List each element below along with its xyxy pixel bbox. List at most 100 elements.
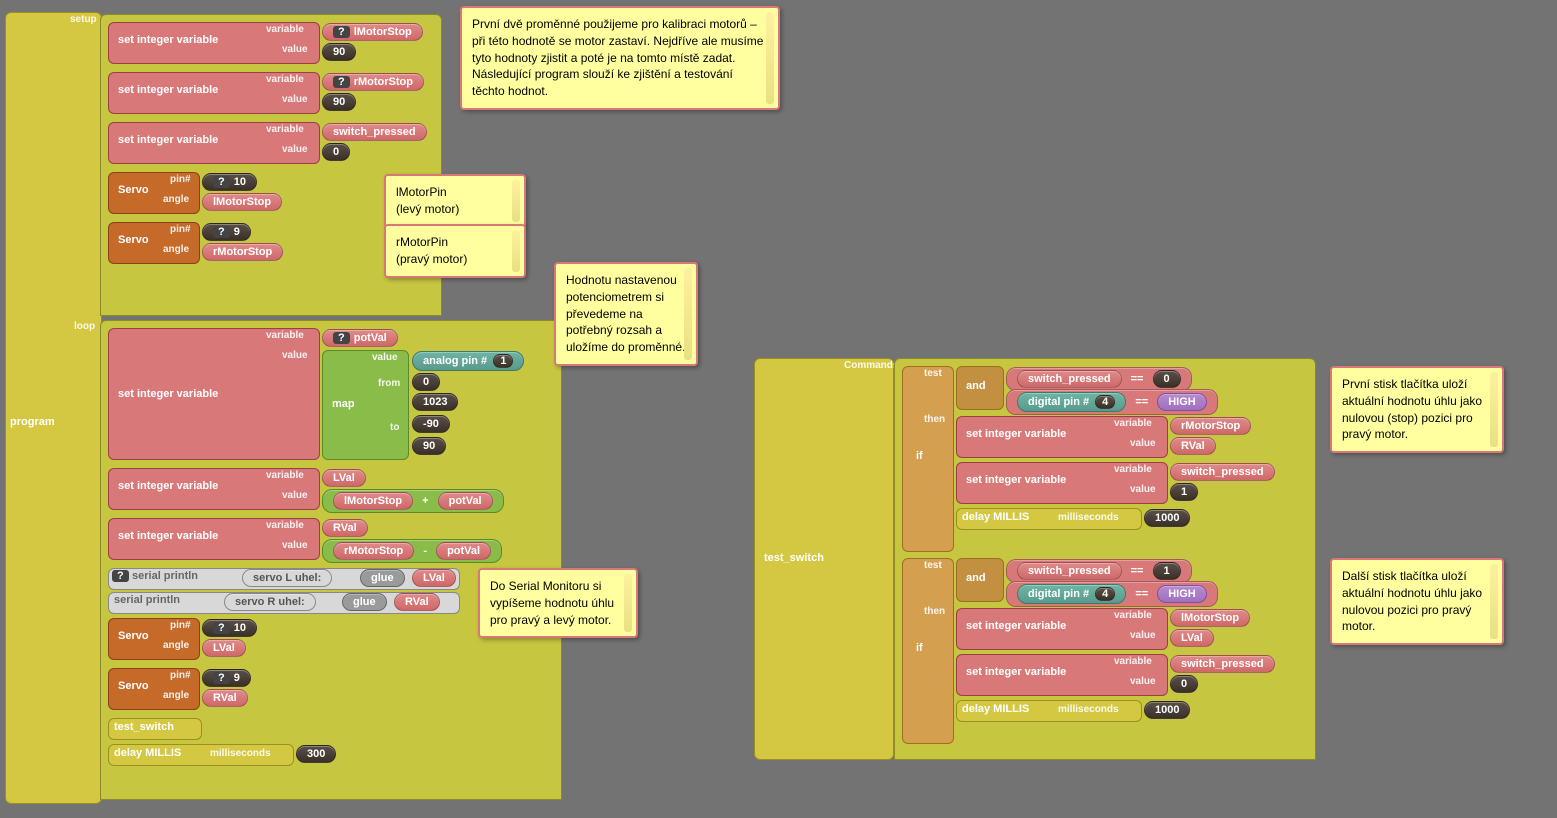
var-pill[interactable]: ?rMotorStop	[322, 73, 424, 91]
ms-pill[interactable]: 1000	[1144, 701, 1190, 719]
serial-println-op: serial println	[114, 594, 180, 606]
var-pill[interactable]: lMotorStop	[1170, 609, 1250, 627]
val-pill[interactable]: 0	[1170, 675, 1198, 693]
commands-label: Commands	[844, 360, 898, 371]
set-int-var-op: set integer variable	[966, 666, 1066, 678]
delay-op: delay MILLIS	[962, 703, 1029, 715]
ms-pill[interactable]: 300	[296, 745, 336, 763]
q-icon: ?	[112, 570, 129, 582]
string-pill[interactable]: servo R uhel:	[224, 593, 316, 611]
servo-op: Servo	[118, 184, 149, 196]
and-label: and	[966, 380, 986, 392]
value-label: value	[282, 144, 308, 155]
analog-pin-pill[interactable]: analog pin # 1	[412, 351, 524, 371]
value-label: value	[1130, 630, 1156, 641]
value-label: value	[282, 490, 308, 501]
val-pill[interactable]: LVal	[412, 569, 456, 587]
pin-pill[interactable]: ?10	[202, 619, 257, 637]
note[interactable]: První dvě proměnné použijeme pro kalibra…	[460, 6, 780, 110]
var-pill[interactable]: rMotorStop	[1170, 417, 1251, 435]
val-pill[interactable]: 1	[1170, 483, 1198, 501]
angle-pill[interactable]: rMotorStop	[202, 243, 283, 261]
val-pill[interactable]: 90	[322, 43, 356, 61]
cond-pill[interactable]: digital pin #4 == HIGH	[1006, 581, 1218, 607]
var-pill[interactable]: switch_pressed	[1170, 463, 1275, 481]
value-label: value	[282, 540, 308, 551]
var-pill[interactable]: switch_pressed	[1170, 655, 1275, 673]
servo-op: Servo	[118, 234, 149, 246]
variable-label: variable	[266, 24, 304, 35]
variable-label: variable	[1114, 610, 1152, 621]
call-label: test_switch	[114, 721, 174, 733]
set-int-var-op: set integer variable	[118, 84, 218, 96]
var-pill[interactable]: ?lMotorStop	[322, 23, 423, 41]
string-pill[interactable]: servo L uhel:	[242, 569, 332, 587]
value-label: value	[1130, 438, 1156, 449]
program-label: program	[10, 416, 55, 428]
value-label: value	[1130, 676, 1156, 687]
program-block[interactable]	[5, 12, 102, 804]
note[interactable]: Do Serial Monitoru si vypíšeme hodnotu ú…	[478, 568, 638, 638]
glue-pill[interactable]: glue	[342, 593, 387, 611]
map-v2[interactable]: -90	[412, 415, 450, 433]
val-pill[interactable]: LVal	[1170, 629, 1214, 647]
note[interactable]: Hodnotu nastavenou potenciometrem si pře…	[554, 262, 698, 366]
expr-pill[interactable]: lMotorStop + potVal	[322, 489, 504, 513]
angle-pill[interactable]: LVal	[202, 639, 246, 657]
var-pill[interactable]: LVal	[322, 469, 366, 487]
serial-println-op: serial println	[132, 570, 198, 582]
var-pill[interactable]: switch_pressed	[322, 123, 427, 141]
cond-pill[interactable]: switch_pressed == 0	[1006, 367, 1192, 391]
if-block[interactable]	[902, 558, 954, 744]
value-label: value	[282, 94, 308, 105]
expr-pill[interactable]: rMotorStop - potVal	[322, 539, 502, 563]
angle-pill[interactable]: RVal	[202, 689, 248, 707]
note[interactable]: rMotorPin (pravý motor)	[384, 224, 526, 278]
pin-pill[interactable]: ?9	[202, 669, 251, 687]
variable-label: variable	[266, 74, 304, 85]
val-pill[interactable]: 0	[322, 143, 350, 161]
cond-pill[interactable]: switch_pressed == 1	[1006, 559, 1192, 583]
note[interactable]: lMotorPin (levý motor)	[384, 174, 526, 228]
pin-pill[interactable]: ?10	[202, 173, 257, 191]
set-int-var-op: set integer variable	[118, 480, 218, 492]
value-label: value	[282, 350, 308, 361]
note[interactable]: Další stisk tlačítka uloží aktuální hodn…	[1330, 558, 1504, 645]
map-v3[interactable]: 90	[412, 437, 446, 455]
value-label: value	[282, 44, 308, 55]
cond-pill[interactable]: digital pin #4 == HIGH	[1006, 389, 1218, 415]
set-int-var-op: set integer variable	[966, 428, 1066, 440]
val-pill[interactable]: 90	[322, 93, 356, 111]
ms-pill[interactable]: 1000	[1144, 509, 1190, 527]
pin-pill[interactable]: ?9	[202, 223, 251, 241]
angle-pill[interactable]: lMotorStop	[202, 193, 282, 211]
servo-op: Servo	[118, 630, 149, 642]
loop-label: loop	[74, 321, 95, 332]
delay-op: delay MILLIS	[962, 511, 1029, 523]
if-block[interactable]	[902, 366, 954, 552]
glue-pill[interactable]: glue	[360, 569, 405, 587]
pin-label: pin#	[170, 174, 191, 185]
angle-label: angle	[163, 244, 189, 255]
variable-label: variable	[1114, 418, 1152, 429]
and-label: and	[966, 572, 986, 584]
test-label: test	[924, 560, 942, 571]
then-label: then	[924, 606, 945, 617]
map-value-label: value	[372, 352, 398, 363]
set-int-var-op: set integer variable	[966, 474, 1066, 486]
note[interactable]: První stisk tlačítka uloží aktuální hodn…	[1330, 366, 1504, 453]
set-int-var-op: set integer variable	[118, 34, 218, 46]
ms-label: milliseconds	[1058, 512, 1119, 523]
servo-op: Servo	[118, 680, 149, 692]
val-pill[interactable]: RVal	[394, 593, 440, 611]
map-v1[interactable]: 1023	[412, 393, 458, 411]
var-pill[interactable]: RVal	[322, 519, 368, 537]
val-pill[interactable]: RVal	[1170, 437, 1216, 455]
variable-label: variable	[266, 124, 304, 135]
variable-label: variable	[1114, 656, 1152, 667]
map-v0[interactable]: 0	[412, 373, 440, 391]
if-label: if	[916, 642, 923, 654]
var-pill[interactable]: ?potVal	[322, 329, 398, 347]
variable-label: variable	[266, 330, 304, 341]
angle-label: angle	[163, 194, 189, 205]
